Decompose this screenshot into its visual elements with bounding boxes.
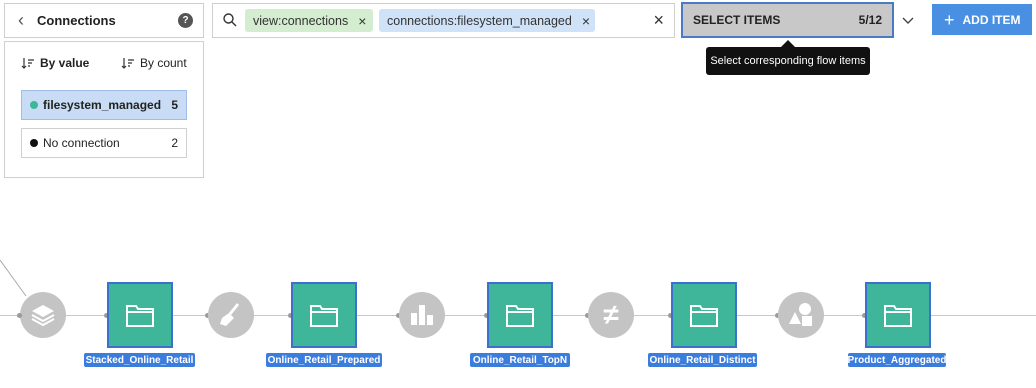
clear-search-icon[interactable]: × xyxy=(653,10,664,31)
panel-title: Connections xyxy=(37,13,116,28)
dataset-online-retail-prepared[interactable] xyxy=(291,282,357,348)
not-equal-icon: ≠ xyxy=(603,299,619,330)
sort-by-value-button[interactable]: By value xyxy=(21,56,89,70)
back-button[interactable]: ‹ xyxy=(5,10,37,31)
dataset-stacked-online-retail[interactable] xyxy=(107,282,173,348)
dataset-label[interactable]: Product_Aggregated xyxy=(848,353,946,367)
dataset-online-retail-topn[interactable] xyxy=(487,282,553,348)
recipe-clean[interactable] xyxy=(208,292,254,338)
tooltip-arrow xyxy=(781,40,795,47)
select-items-label: SELECT ITEMS xyxy=(693,13,781,27)
add-item-button[interactable]: + ADD ITEM xyxy=(932,4,1032,35)
connections-panel-header: ‹ Connections ? xyxy=(4,3,204,38)
recipe-topn[interactable] xyxy=(399,292,445,338)
filter-chip-view: view:connections × xyxy=(245,9,373,32)
sort-ascending-icon xyxy=(21,58,34,69)
remove-chip-icon[interactable]: × xyxy=(358,13,366,29)
select-items-dropdown[interactable] xyxy=(896,3,920,38)
recipe-distinct[interactable]: ≠ xyxy=(588,292,634,338)
connection-label: filesystem_managed xyxy=(43,98,162,112)
connection-count: 5 xyxy=(171,98,178,112)
select-items-button[interactable]: SELECT ITEMS 5/12 xyxy=(681,2,894,38)
dataset-label[interactable]: Stacked_Online_Retail xyxy=(84,353,195,367)
port xyxy=(17,313,22,318)
folder-icon xyxy=(884,305,912,327)
dataset-online-retail-distinct[interactable] xyxy=(671,282,737,348)
clean-brush-icon xyxy=(220,303,240,326)
shapes-icon xyxy=(789,303,812,326)
filter-chip-label: connections:filesystem_managed xyxy=(387,13,572,28)
folder-icon xyxy=(310,305,338,327)
connection-count: 2 xyxy=(171,136,178,150)
dataset-label[interactable]: Online_Retail_Distinct xyxy=(648,353,757,367)
sort-by-count-button[interactable]: By count xyxy=(121,56,187,70)
chevron-down-icon xyxy=(902,17,914,24)
tooltip: Select corresponding flow items xyxy=(706,47,870,75)
recipe-group[interactable] xyxy=(778,292,824,338)
dataset-label[interactable]: Online_Retail_TopN xyxy=(470,353,570,367)
connections-panel: By value By count filesystem_managed 5 N… xyxy=(4,41,204,178)
add-item-label: ADD ITEM xyxy=(962,12,1021,27)
folder-icon xyxy=(690,305,718,327)
recipe-stack[interactable] xyxy=(20,292,66,338)
search-icon xyxy=(223,13,237,27)
remove-chip-icon[interactable]: × xyxy=(582,13,590,29)
connection-dot-icon xyxy=(30,101,38,109)
dataset-label[interactable]: Online_Retail_Prepared xyxy=(266,353,382,367)
sort-by-value-label: By value xyxy=(40,56,90,70)
folder-icon xyxy=(126,305,154,327)
connection-dot-icon xyxy=(30,139,38,147)
filter-chip-label: view:connections xyxy=(253,13,349,28)
bar-chart-icon xyxy=(411,305,433,325)
plus-icon: + xyxy=(944,9,955,30)
sort-descending-icon xyxy=(121,58,134,69)
connection-item-no-connection[interactable]: No connection 2 xyxy=(21,128,187,158)
select-items-count: 5/12 xyxy=(858,13,882,27)
dataset-product-aggregated[interactable] xyxy=(865,282,931,348)
connection-label: No connection xyxy=(43,136,120,150)
search-bar[interactable]: view:connections × connections:filesyste… xyxy=(212,3,675,38)
folder-icon xyxy=(506,305,534,327)
help-icon[interactable]: ? xyxy=(178,13,193,28)
stack-icon xyxy=(31,305,55,327)
filter-chip-connections: connections:filesystem_managed × xyxy=(379,9,595,32)
sort-by-count-label: By count xyxy=(140,56,187,70)
connection-item-filesystem-managed[interactable]: filesystem_managed 5 xyxy=(21,90,187,120)
